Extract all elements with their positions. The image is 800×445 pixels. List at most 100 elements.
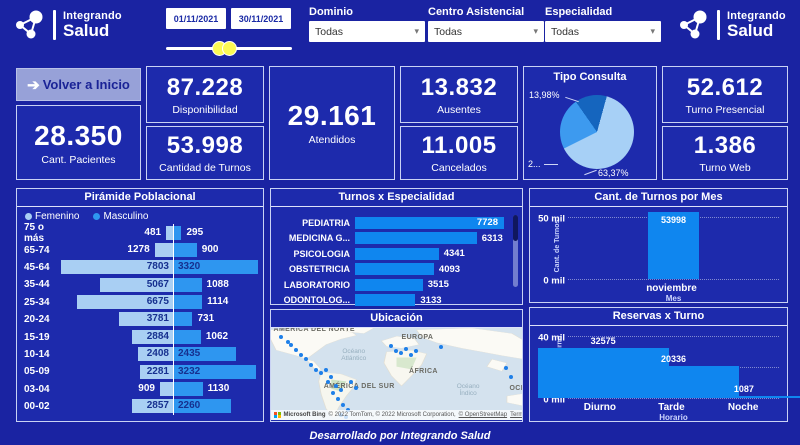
- male-value: 1114: [207, 296, 228, 307]
- pyramid-row: 15-1928841062: [17, 328, 263, 345]
- kpi-card-cancelados: 11.005 Cancelados: [400, 126, 518, 180]
- logo-text-bottom: Salud: [727, 22, 786, 39]
- pyramid-row: 05-0922813232: [17, 363, 263, 380]
- date-to-input[interactable]: 30/11/2021: [231, 8, 291, 29]
- date-from-input[interactable]: 01/11/2021: [166, 8, 226, 29]
- kpi-label: Ausentes: [437, 104, 481, 116]
- map-landmasses: [271, 328, 522, 420]
- kpi-label: Cant. Pacientes: [41, 154, 115, 166]
- map-data-point: [339, 388, 343, 392]
- tipo-consulta-pie-chart[interactable]: [560, 95, 634, 169]
- bar-value-label: 53998: [648, 215, 699, 225]
- map-data-point: [319, 371, 323, 375]
- age-group-label: 65-74: [17, 245, 61, 256]
- kpi-card-ausentes: 13.832 Ausentes: [400, 66, 518, 123]
- map-brand: Microsoft Bing: [284, 412, 326, 418]
- panel-title: Turnos x Especialidad: [271, 189, 522, 207]
- column-bar[interactable]: 53998: [648, 212, 699, 279]
- map-data-point: [324, 368, 328, 372]
- male-cell: 900: [174, 241, 258, 258]
- openstreetmap-link[interactable]: © OpenStreetMap: [459, 412, 507, 418]
- filter-dominio-dropdown[interactable]: Todas ▾: [309, 21, 425, 42]
- filter-especialidad-dropdown[interactable]: Todas ▾: [545, 21, 661, 42]
- especialidad-label: PEDIATRIA: [275, 218, 355, 228]
- especialidad-label: LABORATORIO: [275, 280, 355, 290]
- legend-dot-icon: [25, 213, 32, 220]
- male-bar[interactable]: [174, 226, 181, 240]
- footer-credit: Desarrollado por Integrando Salud: [0, 430, 800, 442]
- female-cell: 2884: [61, 328, 174, 345]
- female-bar[interactable]: [160, 382, 173, 396]
- pie-slice-label: 13,98%: [529, 90, 560, 100]
- male-bar[interactable]: [174, 278, 202, 292]
- legend-item: Femenino: [25, 211, 79, 222]
- especialidad-row: PSICOLOGIA4341: [275, 246, 504, 262]
- male-bar[interactable]: [174, 330, 201, 344]
- male-value: 1130: [208, 383, 230, 394]
- map-data-point: [389, 344, 393, 348]
- filter-centro-value: Todas: [434, 26, 462, 38]
- male-bar[interactable]: [174, 312, 192, 326]
- slider-handle-end[interactable]: [222, 41, 237, 56]
- map-data-point: [341, 403, 345, 407]
- scrollbar-track[interactable]: [513, 215, 518, 287]
- female-cell: 6675: [61, 294, 174, 311]
- x-category-label: noviembre: [564, 283, 779, 294]
- especialidad-row: MEDICINA G... 6313: [275, 231, 504, 247]
- male-bar[interactable]: [174, 243, 197, 257]
- turnos-especialidad-panel: Turnos x Especialidad PEDIATRIA7728MEDIC…: [270, 188, 523, 305]
- especialidad-value: 3133: [420, 295, 441, 306]
- x-category-label: Noche: [707, 402, 779, 413]
- kpi-label: Cancelados: [431, 162, 486, 174]
- male-bar[interactable]: [174, 295, 202, 309]
- map-data-point: [286, 340, 290, 344]
- age-group-label: 03-04: [17, 384, 61, 395]
- male-bar[interactable]: [174, 382, 203, 396]
- especialidad-bar[interactable]: [355, 279, 423, 291]
- terms-link[interactable]: Terms: [510, 412, 522, 418]
- female-value: 5067: [147, 279, 169, 290]
- pie-slice-label: 63,37%: [598, 168, 629, 178]
- bar-value-label: 20336: [608, 354, 739, 364]
- female-cell: 2408: [61, 346, 174, 363]
- legend-dot-icon: [93, 213, 100, 220]
- especialidad-bar[interactable]: [355, 248, 439, 260]
- chevron-down-icon: ▾: [414, 26, 419, 37]
- male-value: 3232: [178, 366, 200, 377]
- map-data-point: [329, 375, 333, 379]
- female-value: 3781: [147, 313, 169, 324]
- logo-text-bottom: Salud: [63, 22, 122, 39]
- especialidad-label: MEDICINA G...: [275, 233, 355, 243]
- bar-value-label: 1087: [678, 384, 800, 394]
- y-tick-label: 50 mil: [538, 214, 565, 225]
- female-bar[interactable]: [166, 226, 173, 240]
- female-cell: 909: [61, 381, 174, 398]
- scrollbar-thumb[interactable]: [513, 215, 518, 241]
- pyramid-row: 10-1424082435: [17, 346, 263, 363]
- kpi-card-atendidos: 29.161 Atendidos: [269, 66, 395, 180]
- bar-value-label: 32575: [538, 336, 669, 346]
- age-group-label: 25-34: [17, 297, 61, 308]
- especialidad-bar[interactable]: [355, 294, 415, 306]
- network-logo-icon: [678, 9, 710, 41]
- back-to-home-button[interactable]: ➔ Volver a Inicio: [16, 68, 141, 101]
- panel-title: Cant. de Turnos por Mes: [530, 189, 787, 207]
- filter-centro-dropdown[interactable]: Todas ▾: [428, 21, 544, 42]
- gridline: [568, 398, 779, 399]
- especialidad-bar[interactable]: [355, 232, 477, 244]
- especialidad-value: 4341: [444, 248, 465, 259]
- kpi-card-turno-presencial: 52.612 Turno Presencial: [662, 66, 788, 123]
- world-map[interactable]: AMÉRICA DEL NORTE EUROPA ÁFRICA AMÉRICA …: [271, 328, 522, 420]
- male-cell: 731: [174, 311, 258, 328]
- especialidad-bar[interactable]: [355, 263, 434, 275]
- female-bar[interactable]: [155, 243, 173, 257]
- especialidad-value: 6313: [482, 233, 503, 244]
- male-value: 1088: [207, 279, 229, 290]
- male-value: 900: [202, 244, 219, 255]
- female-value: 909: [138, 383, 155, 394]
- map-attribution: Microsoft Bing © 2022 TomTom, © 2022 Mic…: [271, 410, 522, 420]
- column-bar[interactable]: 1087: [678, 396, 800, 398]
- pyramid-rows: 75 o más48129565-74127890045-64780333203…: [17, 224, 263, 415]
- especialidad-label: ODONTOLOG...: [275, 295, 355, 305]
- map-data-point: [314, 368, 318, 372]
